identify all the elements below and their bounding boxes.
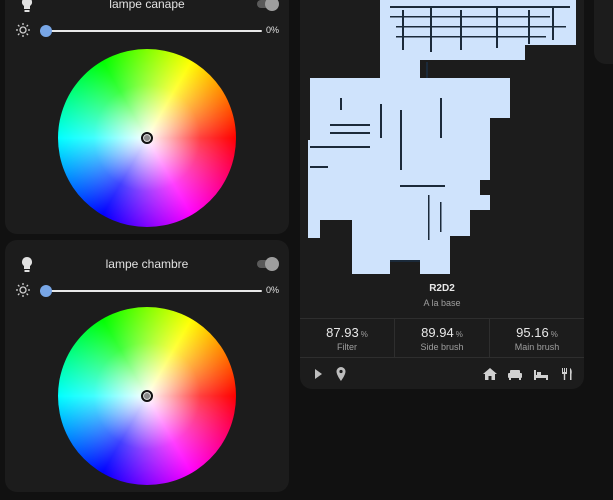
- light-header: lampe chambre: [5, 254, 289, 276]
- stat-main-brush: 95.16% Main brush: [489, 319, 584, 357]
- consumables-stats: 87.93% Filter 89.94% Side brush 95.16% M…: [300, 318, 584, 358]
- stat-unit: %: [455, 330, 463, 339]
- toggle-thumb: [265, 0, 279, 11]
- toggle-thumb: [265, 257, 279, 271]
- stat-filter: 87.93% Filter: [300, 319, 394, 357]
- light-header: lampe canape: [5, 0, 289, 16]
- brightness-value: 0%: [265, 285, 279, 295]
- stat-unit: %: [550, 330, 558, 339]
- slider-knob[interactable]: [40, 285, 52, 297]
- locate-icon[interactable]: [333, 366, 349, 382]
- stat-number: 87.93: [326, 325, 359, 340]
- light-name: lampe chambre: [105, 257, 189, 271]
- stat-value: 87.93%: [300, 325, 394, 340]
- stat-label: Main brush: [514, 342, 560, 352]
- stat-value: 89.94%: [395, 325, 489, 340]
- color-wheel-marker[interactable]: [141, 132, 153, 144]
- vacuum-card: R2D2 A la base 87.93% Filter 89.94% Side…: [300, 0, 584, 389]
- light-card-lampe-canape: lampe canape 0%: [5, 0, 289, 234]
- color-wheel[interactable]: [58, 49, 236, 227]
- brightness-row: 0%: [5, 282, 289, 300]
- stat-label: Filter: [337, 342, 357, 352]
- sofa-icon[interactable]: [507, 366, 523, 382]
- color-wheel[interactable]: [58, 307, 236, 485]
- vacuum-name: R2D2: [429, 283, 455, 294]
- light-toggle[interactable]: [255, 257, 279, 271]
- brightness-row: 0%: [5, 22, 289, 40]
- stat-number: 89.94: [421, 325, 454, 340]
- brightness-slider[interactable]: [40, 25, 262, 37]
- color-wheel-marker[interactable]: [141, 390, 153, 402]
- partial-card: [594, 0, 613, 64]
- stat-number: 95.16: [516, 325, 549, 340]
- slider-rail: [40, 30, 262, 32]
- slider-rail: [40, 290, 262, 292]
- brightness-value: 0%: [265, 25, 279, 35]
- dining-icon[interactable]: [559, 366, 575, 382]
- light-toggle[interactable]: [255, 0, 279, 11]
- brightness-icon: [16, 283, 30, 297]
- stat-unit: %: [360, 330, 368, 339]
- stat-value: 95.16%: [490, 325, 584, 340]
- vacuum-actions: [300, 364, 584, 384]
- brightness-icon: [16, 23, 30, 37]
- brightness-slider[interactable]: [40, 285, 262, 297]
- play-icon[interactable]: [310, 366, 326, 382]
- stat-side-brush: 89.94% Side brush: [394, 319, 489, 357]
- light-card-lampe-chambre: lampe chambre 0%: [5, 240, 289, 492]
- vacuum-status: A la base: [423, 298, 461, 308]
- light-name: lampe canape: [109, 0, 185, 11]
- stat-label: Side brush: [420, 342, 464, 352]
- bed-icon[interactable]: [533, 366, 549, 382]
- home-icon[interactable]: [482, 366, 498, 382]
- vacuum-map[interactable]: [300, 0, 584, 280]
- slider-knob[interactable]: [40, 25, 52, 37]
